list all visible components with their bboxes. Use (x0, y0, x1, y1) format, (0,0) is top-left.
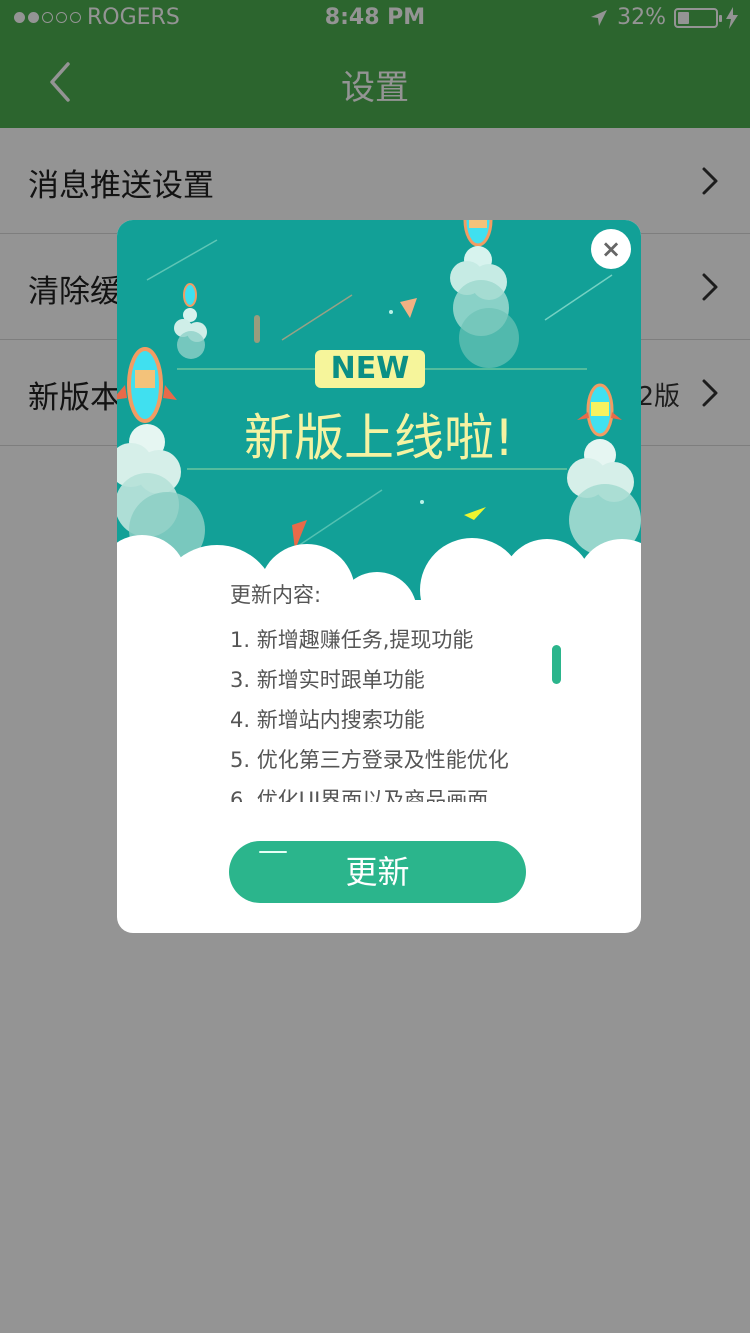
update-note-item: 4. 新增站内搜索功能 (230, 708, 425, 732)
update-button[interactable]: 更新 (229, 841, 526, 903)
update-note-item: 6. 优化UI界面以及商品画面 (230, 788, 489, 802)
update-notes[interactable]: 更新内容: 1. 新增趣赚任务,提现功能 3. 新增实时跟单功能 4. 新增站内… (230, 580, 550, 802)
update-note-item: 5. 优化第三方登录及性能优化 (230, 748, 509, 772)
dialog-headline: 新版上线啦! (243, 409, 515, 467)
update-notes-heading: 更新内容: (230, 583, 322, 607)
update-note-item: 3. 新增实时跟单功能 (230, 668, 425, 692)
update-note-item: 1. 新增趣赚任务,提现功能 (230, 628, 474, 652)
button-glint (259, 851, 287, 853)
close-icon[interactable]: × (591, 229, 631, 269)
new-badge: NEW (315, 350, 425, 388)
notes-scrollbar[interactable] (552, 645, 561, 684)
update-button-label: 更新 (345, 853, 410, 891)
update-dialog: NEW 新版上线啦! 更新内容: 1. 新增趣赚任务,提现功能 3. 新增实时跟… (117, 220, 641, 933)
